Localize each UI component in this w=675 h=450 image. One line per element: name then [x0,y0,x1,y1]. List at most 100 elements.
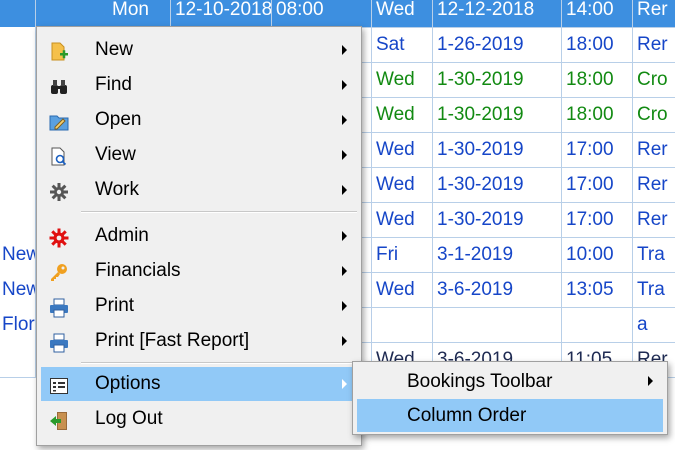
table-cell: 10:00 [562,237,633,272]
table-cell: 12-10-2018 [171,0,272,27]
table-cell [0,342,36,377]
key-icon [49,261,69,281]
table-cell [0,62,36,97]
menu-item-find[interactable]: Find [41,68,357,102]
logout-icon [49,409,69,430]
table-cell: Wed [372,202,433,237]
table-cell: Rer [633,202,675,237]
menu-item-label: Find [95,74,132,95]
printer-fast-icon [49,331,69,353]
submenu-item-column-order[interactable]: Column Order [357,399,663,432]
table-cell: Flor [0,307,36,342]
table-cell: Fri [372,237,433,272]
table-cell: 3-6-2019 [433,272,562,307]
chevron-right-icon [342,80,347,90]
open-folder-icon [49,110,69,131]
menu-item-label: Log Out [95,408,163,429]
table-cell: 14:00 [562,0,633,27]
table-cell: Wed [372,97,433,132]
submenu-item-bookings-toolbar[interactable]: Bookings Toolbar [357,365,663,398]
table-cell: Wed [372,167,433,202]
table-cell: New [0,237,36,272]
submenu-item-label: Column Order [407,405,527,426]
table-cell: 17:00 [562,202,633,237]
menu-item-log-out[interactable]: Log Out [41,402,357,436]
view-document-icon [49,145,69,166]
menu-item-label: Financials [95,260,181,281]
table-cell: Mon [108,0,171,27]
table-cell: Rer [633,167,675,202]
submenu-item-label: Bookings Toolbar [407,371,553,392]
table-cell [0,202,36,237]
table-cell: Sat [372,27,433,62]
menu-item-view[interactable]: View [41,138,357,172]
table-cell: 18:00 [562,62,633,97]
table-cell: Rer [633,27,675,62]
chevron-right-icon [342,185,347,195]
chevron-right-icon [342,231,347,241]
table-cell: 1-30-2019 [433,167,562,202]
menu-item-label: View [95,144,136,165]
table-cell: 1-30-2019 [433,62,562,97]
table-cell: 13:05 [562,272,633,307]
menu-item-label: Admin [95,225,149,246]
menu-item-options[interactable]: Options [41,367,357,401]
menu-item-print[interactable]: Print [41,289,357,323]
chevron-right-icon [342,336,347,346]
table-cell: 17:00 [562,167,633,202]
menu-item-financials[interactable]: Financials [41,254,357,288]
gear-icon [49,180,69,201]
table-cell [0,132,36,167]
new-document-icon [49,40,69,61]
menu-separator [81,211,357,213]
options-icon [49,374,69,394]
admin-gear-icon [49,226,69,248]
table-cell: Wed [372,272,433,307]
menu-separator [81,362,357,364]
table-cell [0,167,36,202]
menu-item-new[interactable]: New [41,33,357,67]
table-cell: Cro [633,62,675,97]
table-cell: New [0,272,36,307]
table-cell: Wed [372,0,433,27]
menu-item-label: Print [Fast Report] [95,330,250,351]
table-cell: 12-12-2018 [433,0,562,27]
context-menu: New Find Open View Work Admin Financials… [36,26,362,446]
table-cell: Wed [372,132,433,167]
table-cell: 3-1-2019 [433,237,562,272]
table-cell: Tra [633,237,675,272]
table-cell: 18:00 [562,97,633,132]
chevron-right-icon [342,150,347,160]
menu-item-label: Options [95,373,161,394]
chevron-right-icon [342,301,347,311]
table-cell: 1-26-2019 [433,27,562,62]
table-row[interactable]: Mon 12-10-2018 08:00 Wed 12-12-2018 14:00 Rer [0,0,675,28]
table-cell: 18:00 [562,27,633,62]
printer-icon [49,296,69,318]
menu-item-work[interactable]: Work [41,173,357,207]
table-cell: Tra [633,272,675,307]
table-cell: Rer [633,132,675,167]
options-submenu: Bookings Toolbar Column Order [352,361,668,435]
table-cell: 08:00 [272,0,372,27]
table-cell [0,97,36,132]
table-cell: Wed [372,62,433,97]
menu-item-label: Work [95,179,139,200]
chevron-right-icon [342,379,347,389]
chevron-right-icon [648,376,653,386]
menu-item-open[interactable]: Open [41,103,357,137]
chevron-right-icon [342,115,347,125]
table-cell [0,27,36,62]
chevron-right-icon [342,45,347,55]
binoculars-icon [49,75,69,95]
table-cell [562,307,633,342]
menu-item-label: Print [95,295,135,316]
table-cell [433,307,562,342]
table-cell: Cro [633,97,675,132]
table-cell: 1-30-2019 [433,97,562,132]
menu-item-admin[interactable]: Admin [41,219,357,253]
menu-item-label: New [95,39,134,60]
menu-item-label: Open [95,109,142,130]
menu-item-print-fast-report[interactable]: Print [Fast Report] [41,324,357,358]
table-cell [372,307,433,342]
